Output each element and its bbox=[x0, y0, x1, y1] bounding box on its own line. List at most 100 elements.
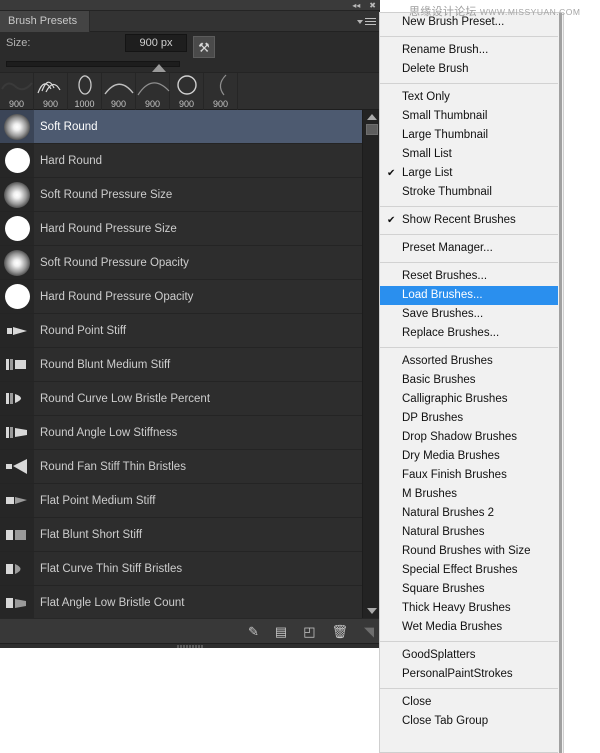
create-new-brush-icon[interactable]: ◰ bbox=[303, 625, 315, 638]
flyout-menu-scrollbar[interactable] bbox=[558, 13, 563, 753]
brush-preset-row[interactable]: Soft Round bbox=[0, 110, 362, 144]
menu-item[interactable]: Dry Media Brushes bbox=[380, 447, 563, 466]
menu-item[interactable]: GoodSplatters bbox=[380, 646, 563, 665]
menu-item[interactable]: Special Effect Brushes bbox=[380, 561, 563, 580]
brush-size-row: Size: 900 px bbox=[0, 32, 380, 56]
menu-item[interactable]: Wet Media Brushes bbox=[380, 618, 563, 637]
tab-brush-presets[interactable]: Brush Presets bbox=[0, 11, 91, 32]
menu-item[interactable]: Natural Brushes bbox=[380, 523, 563, 542]
brush-preset-row[interactable]: Hard Round Pressure Opacity bbox=[0, 280, 362, 314]
recent-brush-cell[interactable]: 900 bbox=[0, 73, 34, 111]
menu-item[interactable]: PersonalPaintStrokes bbox=[380, 665, 563, 684]
brush-preset-list[interactable]: Soft Round Hard Round Soft Round Pressure … bbox=[0, 110, 362, 618]
menu-item[interactable]: Basic Brushes bbox=[380, 371, 563, 390]
menu-item[interactable]: Text Only bbox=[380, 88, 563, 107]
brush-preset-name: Flat Point Medium Stiff bbox=[40, 494, 156, 507]
menu-item[interactable]: Reset Brushes... bbox=[380, 267, 563, 286]
menu-item[interactable]: Replace Brushes... bbox=[380, 324, 563, 343]
panel-menu-icon[interactable] bbox=[354, 14, 376, 29]
brush-preset-name: Round Angle Low Stiffness bbox=[40, 426, 178, 439]
recent-brush-stroke-icon bbox=[0, 73, 34, 97]
recent-brush-cell[interactable]: 900 bbox=[34, 73, 68, 111]
menu-item[interactable]: Faux Finish Brushes bbox=[380, 466, 563, 485]
bristle-flat-point-thumbnail bbox=[0, 484, 34, 517]
menu-item[interactable]: ✔ Large List bbox=[380, 164, 563, 183]
menu-item-label: DP Brushes bbox=[402, 412, 464, 424]
menu-item[interactable]: Large Thumbnail bbox=[380, 126, 563, 145]
resize-grip-icon[interactable]: ◥ bbox=[364, 625, 374, 638]
brush-preset-row[interactable]: Round Point Stiff bbox=[0, 314, 362, 348]
panel-flyout-menu[interactable]: New Brush Preset... Rename Brush... Delete… bbox=[379, 12, 564, 753]
brush-preset-row[interactable]: Hard Round bbox=[0, 144, 362, 178]
tab-label: Brush Presets bbox=[8, 15, 78, 27]
menu-item[interactable]: Close Tab Group bbox=[380, 712, 563, 731]
menu-item-label: Load Brushes... bbox=[402, 289, 483, 301]
menu-item-label: Dry Media Brushes bbox=[402, 450, 500, 462]
brush-preset-row[interactable]: Flat Point Medium Stiff bbox=[0, 484, 362, 518]
recent-brush-cell[interactable]: 1000 bbox=[68, 73, 102, 111]
menu-item[interactable]: Calligraphic Brushes bbox=[380, 390, 563, 409]
menu-item-label: GoodSplatters bbox=[402, 649, 476, 661]
menu-item[interactable]: Small List bbox=[380, 145, 563, 164]
brush-preset-row[interactable]: Soft Round Pressure Opacity bbox=[0, 246, 362, 280]
menu-item-label: Show Recent Brushes bbox=[402, 214, 516, 226]
menu-item[interactable]: DP Brushes bbox=[380, 409, 563, 428]
menu-item[interactable]: Natural Brushes 2 bbox=[380, 504, 563, 523]
brush-preset-name: Soft Round Pressure Size bbox=[40, 188, 173, 201]
brush-preset-row[interactable]: Round Curve Low Bristle Percent bbox=[0, 382, 362, 416]
footer-icon-group: ✎ ▤ ◰ 🗑 ◥ bbox=[248, 619, 374, 644]
menu-item-label: Wet Media Brushes bbox=[402, 621, 503, 633]
menu-separator bbox=[380, 234, 563, 235]
double-left-chevron-icon[interactable]: ◂◂ bbox=[352, 1, 360, 10]
recent-brush-cell[interactable]: 900 bbox=[102, 73, 136, 111]
recent-brush-cell[interactable]: 900 bbox=[170, 73, 204, 111]
brush-preset-row[interactable]: Flat Angle Low Bristle Count bbox=[0, 586, 362, 618]
brush-tip-shape-icon[interactable]: ⚒ bbox=[193, 36, 215, 58]
slider-thumb[interactable] bbox=[152, 64, 166, 72]
recent-brush-cell[interactable]: 900 bbox=[204, 73, 238, 111]
brush-preset-row[interactable]: Soft Round Pressure Size bbox=[0, 178, 362, 212]
open-preset-manager-icon[interactable]: ▤ bbox=[275, 625, 287, 638]
menu-item[interactable]: Round Brushes with Size bbox=[380, 542, 563, 561]
brush-preset-row[interactable]: Round Fan Stiff Thin Bristles bbox=[0, 450, 362, 484]
close-icon[interactable]: ✖ bbox=[369, 1, 376, 10]
scroll-down-arrow-icon[interactable] bbox=[367, 608, 377, 614]
menu-item[interactable]: Save Brushes... bbox=[380, 305, 563, 324]
brush-preset-name: Flat Angle Low Bristle Count bbox=[40, 596, 185, 609]
menu-item[interactable]: Stroke Thumbnail bbox=[380, 183, 563, 202]
menu-item-label: Drop Shadow Brushes bbox=[402, 431, 518, 443]
watermark-en: WWW.MISSYUAN.COM bbox=[479, 7, 581, 17]
toggle-live-tip-brush-icon[interactable]: ✎ bbox=[248, 625, 259, 638]
menu-item[interactable]: Thick Heavy Brushes bbox=[380, 599, 563, 618]
brush-preset-row[interactable]: Flat Blunt Short Stiff bbox=[0, 518, 362, 552]
brush-list-scrollbar[interactable] bbox=[362, 110, 380, 618]
menu-item[interactable]: Rename Brush... bbox=[380, 41, 563, 60]
menu-item[interactable]: Close bbox=[380, 693, 563, 712]
grip-dots-icon bbox=[177, 645, 203, 648]
scroll-up-arrow-icon[interactable] bbox=[367, 114, 377, 120]
delete-brush-icon[interactable]: 🗑 bbox=[331, 625, 348, 638]
menu-item[interactable]: Small Thumbnail bbox=[380, 107, 563, 126]
menu-item-label: Basic Brushes bbox=[402, 374, 476, 386]
brush-size-input[interactable]: 900 px bbox=[125, 34, 187, 52]
menu-item[interactable]: Delete Brush bbox=[380, 60, 563, 79]
menu-item[interactable]: Square Brushes bbox=[380, 580, 563, 599]
menu-separator bbox=[380, 262, 563, 263]
bristle-flat-curve-thumbnail bbox=[0, 552, 34, 585]
menu-item[interactable]: M Brushes bbox=[380, 485, 563, 504]
menu-item[interactable]: Load Brushes... bbox=[380, 286, 563, 305]
brush-size-slider[interactable] bbox=[0, 58, 380, 72]
menu-item[interactable]: ✔ Show Recent Brushes bbox=[380, 211, 563, 230]
menu-item[interactable]: Assorted Brushes bbox=[380, 352, 563, 371]
bristle-round-curve-thumbnail bbox=[0, 382, 34, 415]
menu-item[interactable]: Preset Manager... bbox=[380, 239, 563, 258]
scrollbar-thumb[interactable] bbox=[366, 124, 378, 135]
menu-item[interactable]: Drop Shadow Brushes bbox=[380, 428, 563, 447]
brush-preset-row[interactable]: Round Angle Low Stiffness bbox=[0, 416, 362, 450]
panel-resize-grip[interactable] bbox=[0, 643, 380, 648]
brush-preset-row[interactable]: Round Blunt Medium Stiff bbox=[0, 348, 362, 382]
brush-preset-row[interactable]: Hard Round Pressure Size bbox=[0, 212, 362, 246]
brush-preset-name: Round Curve Low Bristle Percent bbox=[40, 392, 211, 405]
brush-preset-row[interactable]: Flat Curve Thin Stiff Bristles bbox=[0, 552, 362, 586]
recent-brush-cell[interactable]: 900 bbox=[136, 73, 170, 111]
